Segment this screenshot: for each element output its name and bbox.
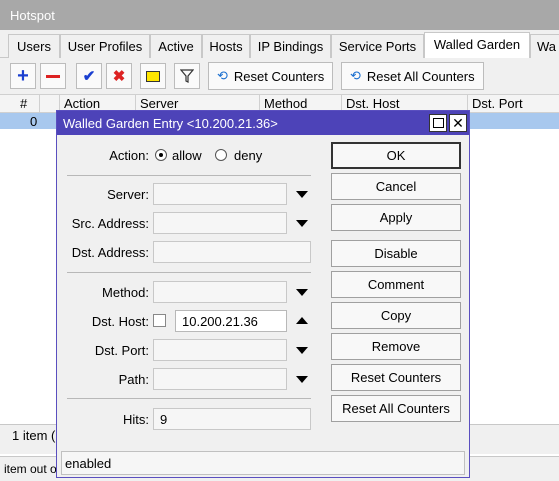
tab-active[interactable]: Active [150, 34, 202, 58]
src-address-field[interactable] [153, 212, 287, 234]
walled-garden-entry-dialog: Walled Garden Entry <10.200.21.36> ✕ Act… [56, 110, 470, 478]
reset-all-counters-button[interactable]: ⟲ Reset All Counters [341, 62, 484, 90]
action-label: Action: [109, 148, 149, 163]
path-dropdown-icon[interactable] [296, 376, 308, 383]
dst-host-invert-checkbox[interactable] [153, 314, 166, 327]
dst-address-label: Dst. Address: [71, 245, 149, 260]
reset-icon: ⟲ [350, 68, 361, 83]
maximize-icon[interactable] [429, 114, 447, 132]
src-address-dropdown-icon[interactable] [296, 220, 308, 227]
reset-icon: ⟲ [217, 68, 228, 83]
dst-port-label: Dst. Port: [94, 343, 149, 358]
reset-counters-button[interactable]: Reset Counters [331, 364, 461, 391]
tab-walled-garden-ip[interactable]: Wa [530, 34, 559, 58]
close-icon[interactable]: ✕ [449, 114, 467, 132]
tab-users[interactable]: Users [8, 34, 60, 58]
allow-option-label[interactable]: allow [172, 148, 202, 163]
hits-label: Hits: [123, 412, 149, 427]
column-header-number[interactable]: # [0, 95, 40, 113]
method-select[interactable] [153, 281, 287, 303]
path-label: Path: [118, 372, 149, 387]
deny-radio[interactable] [215, 149, 227, 161]
allow-radio[interactable] [155, 149, 167, 161]
dialog-title: Walled Garden Entry <10.200.21.36> [57, 111, 469, 135]
hits-value: 9 [153, 408, 311, 430]
server-select[interactable] [153, 183, 287, 205]
tab-walled-garden[interactable]: Walled Garden [424, 32, 530, 59]
separator [67, 175, 311, 176]
copy-button[interactable]: Copy [331, 302, 461, 329]
dst-host-label: Dst. Host: [91, 314, 149, 329]
deny-option-label[interactable]: deny [234, 148, 262, 163]
cancel-button[interactable]: Cancel [331, 173, 461, 200]
window-title: Hotspot [0, 0, 559, 30]
disable-button[interactable]: Disable [331, 240, 461, 267]
tab-service-ports[interactable]: Service Ports [331, 34, 424, 58]
tab-bar: Users User Profiles Active Hosts IP Bind… [0, 30, 559, 59]
tab-hosts[interactable]: Hosts [202, 34, 250, 58]
apply-button[interactable]: Apply [331, 204, 461, 231]
column-header-dst-port[interactable]: Dst. Port [468, 95, 559, 113]
comment-icon[interactable] [140, 63, 166, 89]
enable-icon[interactable]: ✔ [76, 63, 102, 89]
dst-host-collapse-icon[interactable] [296, 317, 308, 324]
add-icon[interactable]: + [10, 63, 36, 89]
dst-host-field[interactable]: 10.200.21.36 [175, 310, 287, 332]
server-dropdown-icon[interactable] [296, 191, 308, 198]
method-label: Method: [102, 285, 149, 300]
remove-icon[interactable] [40, 63, 66, 89]
server-label: Server: [107, 187, 149, 202]
method-dropdown-icon[interactable] [296, 289, 308, 296]
separator [67, 272, 311, 273]
toolbar: + ✔ ✖ ⟲ Reset Counters ⟲ Reset All Count… [0, 58, 559, 94]
comment-button[interactable]: Comment [331, 271, 461, 298]
path-field[interactable] [153, 368, 287, 390]
entry-status: enabled [61, 451, 465, 475]
disable-icon[interactable]: ✖ [106, 63, 132, 89]
reset-counters-button[interactable]: ⟲ Reset Counters [208, 62, 334, 90]
tab-ip-bindings[interactable]: IP Bindings [250, 34, 331, 58]
separator [67, 398, 311, 399]
dst-port-dropdown-icon[interactable] [296, 347, 308, 354]
src-address-label: Src. Address: [71, 216, 149, 231]
remove-button[interactable]: Remove [331, 333, 461, 360]
dst-port-field[interactable] [153, 339, 287, 361]
ok-button[interactable]: OK [331, 142, 461, 169]
dst-address-field[interactable] [153, 241, 311, 263]
filter-icon[interactable] [174, 63, 200, 89]
tab-user-profiles[interactable]: User Profiles [60, 34, 150, 58]
reset-all-counters-button[interactable]: Reset All Counters [331, 395, 461, 422]
row-number: 0 [30, 114, 38, 129]
